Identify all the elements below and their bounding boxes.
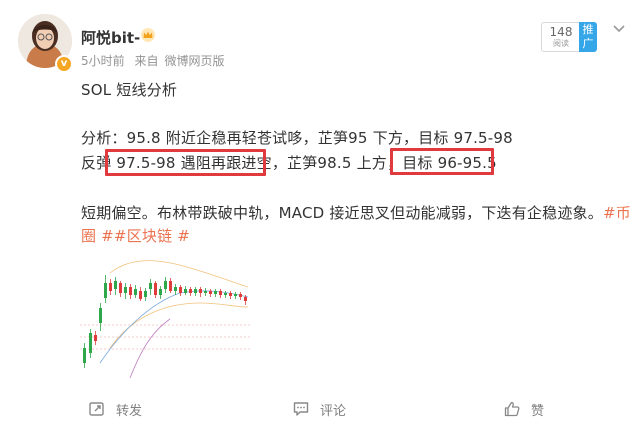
post-title: SOL 短线分析 <box>81 81 178 99</box>
summary-text: 短期偏空。布林带跌破中轨，MACD 接近思叉但动能减弱，下迭有企稳迹象。 <box>81 204 603 222</box>
chart-candle-body <box>219 291 222 295</box>
comment-label: 评论 <box>320 403 347 419</box>
like-button[interactable]: 赞 <box>503 396 544 422</box>
comment-icon <box>293 402 309 416</box>
read-count: 148 <box>549 25 573 39</box>
chart-candle-body <box>154 283 157 295</box>
chart-candle-body <box>149 283 152 289</box>
comment-button[interactable]: 评论 <box>292 396 346 422</box>
like-icon <box>504 401 520 417</box>
chart-candle-body <box>104 283 107 298</box>
post-meta: 5小时前 来自 微博网页版 <box>81 52 231 69</box>
action-bar: 转发 评论 赞 <box>0 396 641 426</box>
chart-candle-body <box>229 293 232 296</box>
chart-candle-body <box>134 289 137 295</box>
repost-icon <box>89 402 104 416</box>
promote-button[interactable]: 推广 <box>579 22 597 52</box>
chart-candle-body <box>139 291 142 299</box>
chart-candle-body <box>129 287 132 295</box>
chart-ma-line <box>99 290 249 364</box>
chart-candle-body <box>214 291 217 294</box>
read-label: 阅读 <box>553 39 569 48</box>
weibo-post-card: v 阿悦bit- 5小时前 来自 微博网页版 148 阅读 推广 SOL 短线分析… <box>0 0 641 433</box>
post-source: 微博网页版 <box>164 54 225 68</box>
chart-candle-body <box>164 281 167 289</box>
chart-candle-body <box>89 333 92 353</box>
post-line-analysis: 分析：95.8 附近企稳再轻苍试哆，芷笋95 下方，目标 97.5-98 <box>81 129 513 147</box>
chart-candle-body <box>114 281 117 289</box>
highlight-box-target <box>390 148 494 175</box>
chart-candle-body <box>194 289 197 293</box>
chart-candle-body <box>169 281 172 291</box>
chart-candle-body <box>179 287 182 293</box>
username[interactable]: 阿悦bit- <box>81 27 140 48</box>
chart-candle-body <box>119 283 122 293</box>
chart-candle-body <box>199 289 202 293</box>
chart-candle-body <box>124 287 127 293</box>
chart-candle-body <box>209 291 212 294</box>
chart-candle-body <box>174 287 177 291</box>
highlight-box-resistance <box>105 149 266 176</box>
read-count-box: 148 阅读 <box>541 22 581 52</box>
verified-badge-icon: v <box>55 55 73 73</box>
chart-ma-line-2 <box>129 318 171 379</box>
chart-candle-body <box>83 348 86 363</box>
chart-candle-body <box>204 291 207 293</box>
post-time[interactable]: 5小时前 <box>81 54 125 68</box>
chart-candle-body <box>144 291 147 297</box>
post-line-summary: 短期偏空。布林带跌破中轨，MACD 接近思叉但动能减弱，下迭有企稳迹象。#币 <box>81 202 631 223</box>
chart-candle-body <box>224 293 227 295</box>
chart-band-upper <box>109 260 249 288</box>
repost-label: 转发 <box>116 403 143 419</box>
chart-candle-body <box>99 308 102 323</box>
chart-candle-body <box>244 297 247 301</box>
like-label: 赞 <box>531 403 545 419</box>
chart-candle-body <box>189 289 192 293</box>
hashtag-blockchain[interactable]: 圈 ##区块链 # <box>81 225 190 246</box>
chart-candle-body <box>159 289 162 295</box>
chart-candle-body <box>94 335 97 341</box>
more-chevron-icon[interactable] <box>612 24 626 34</box>
chart-candle-body <box>234 294 237 296</box>
chart-candle-body <box>109 283 112 291</box>
crown-icon[interactable] <box>140 27 156 43</box>
chart-candle-body <box>184 289 187 293</box>
hashtag-coin[interactable]: #币 <box>603 204 631 222</box>
post-image-chart[interactable] <box>80 253 250 385</box>
source-prefix: 来自 <box>134 54 159 68</box>
repost-button[interactable]: 转发 <box>88 396 142 422</box>
chart-candle-body <box>239 294 242 297</box>
